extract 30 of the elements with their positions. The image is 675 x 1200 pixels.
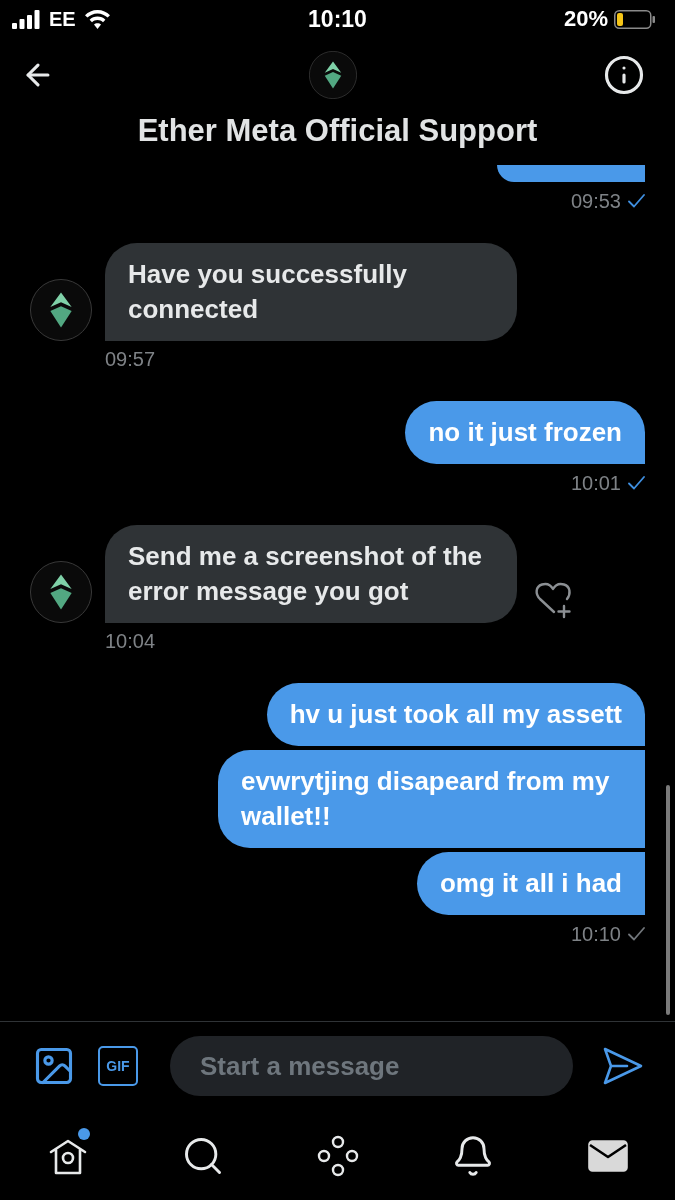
message-bubble: omg it all i had — [417, 852, 645, 915]
clock-time: 10:10 — [308, 7, 367, 31]
send-button[interactable] — [603, 1047, 643, 1085]
message-time: 10:01 — [570, 472, 621, 494]
battery-icon — [614, 9, 655, 29]
diamond-logo-avatar-icon — [30, 561, 92, 623]
carrier-name: EE — [49, 9, 76, 29]
message-time: 10:10 — [570, 923, 621, 945]
paper-plane-icon — [603, 1047, 643, 1085]
scrollbar-thumb[interactable] — [666, 785, 670, 1015]
four-circles-icon — [316, 1135, 359, 1177]
info-button[interactable] — [603, 54, 645, 96]
message-bubble: Have you successfully connected — [105, 243, 517, 341]
message-bubble: hv u just took all my assett — [266, 683, 645, 746]
gif-button[interactable]: GIF — [98, 1046, 138, 1086]
message-time: 09:53 — [570, 190, 621, 212]
wifi-icon — [84, 9, 110, 29]
conversation-title: Ether Meta Official Support — [137, 114, 538, 148]
message-bubble: no it just frozen — [405, 401, 645, 464]
signal-bars-icon — [12, 9, 40, 29]
message-bubble: Send me a screenshot of the error message you got — [105, 525, 517, 623]
message-bubble: evwrytjing disapeard from my wallet!! — [218, 750, 645, 848]
message-input[interactable]: Start a message — [170, 1036, 573, 1096]
diamond-logo-avatar-icon — [30, 279, 92, 341]
message-time: 09:57 — [105, 348, 156, 370]
battery-percent: 20% — [563, 8, 608, 30]
message-time: 10:04 — [105, 630, 156, 652]
envelope-icon — [587, 1140, 628, 1172]
info-icon — [603, 54, 645, 96]
diamond-logo-avatar-icon — [309, 51, 357, 99]
